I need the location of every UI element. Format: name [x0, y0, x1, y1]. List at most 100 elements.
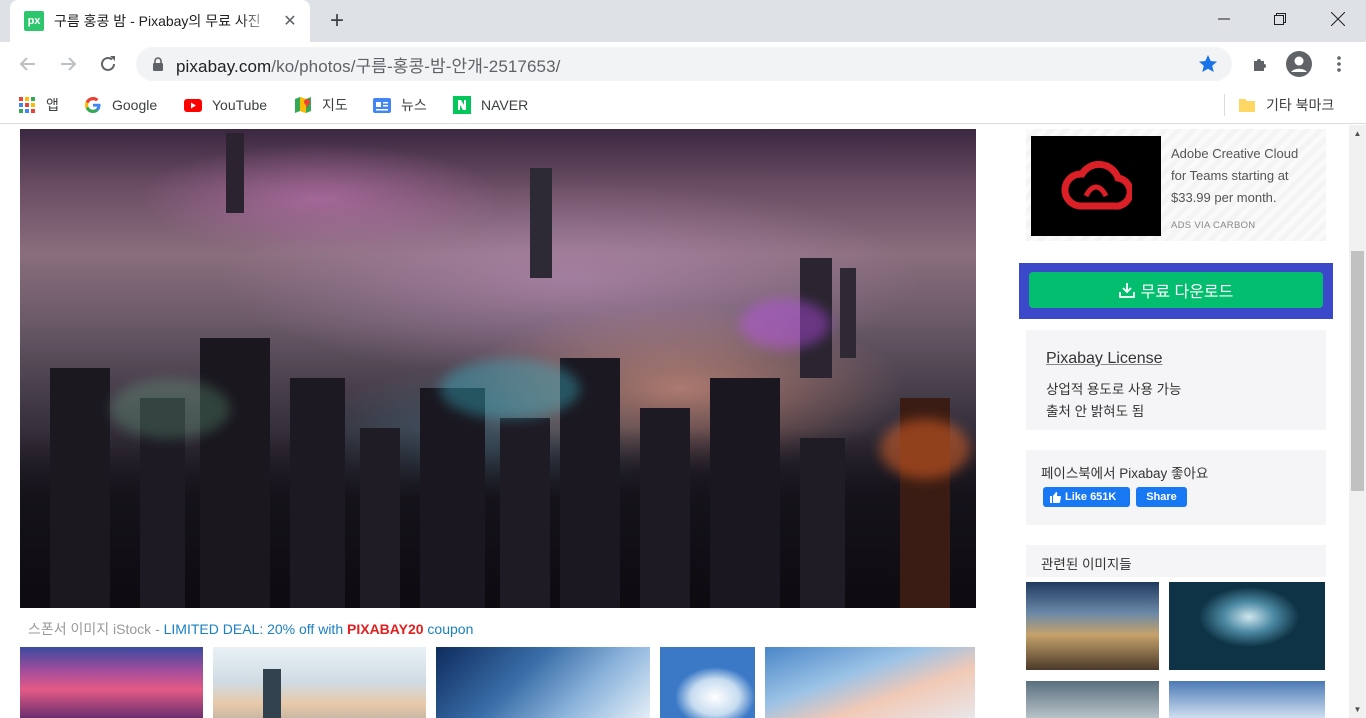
- download-label: 무료 다운로드: [1140, 284, 1234, 301]
- sponsored-thumbnail[interactable]: [436, 647, 650, 718]
- creative-cloud-icon: [1061, 160, 1132, 210]
- minimize-button[interactable]: [1196, 0, 1252, 38]
- ad-text[interactable]: Adobe Creative Cloud for Teams starting …: [1171, 143, 1316, 209]
- close-icon: [1331, 12, 1345, 26]
- bookmark-star-icon[interactable]: [1198, 54, 1218, 79]
- minimize-icon: [1218, 18, 1230, 20]
- avatar-icon: [1286, 51, 1312, 77]
- skyline-tower: [500, 418, 550, 608]
- bookmarks-bar: 앱 Google YouTube 지도 뉴스 NAVER 기타 북마크: [0, 86, 1366, 124]
- free-download-button[interactable]: 무료 다운로드: [1029, 272, 1323, 308]
- reload-button[interactable]: [94, 50, 122, 78]
- restore-button[interactable]: [1252, 0, 1308, 38]
- light-glow: [440, 359, 580, 419]
- forward-arrow-icon: [61, 57, 77, 71]
- news-icon: [373, 96, 391, 114]
- bookmark-maps[interactable]: 지도: [294, 95, 348, 115]
- carbon-ad[interactable]: Adobe Creative Cloud for Teams starting …: [1026, 129, 1326, 241]
- bookmark-google[interactable]: Google: [84, 95, 157, 115]
- related-image[interactable]: [1169, 582, 1325, 670]
- scroll-thumb[interactable]: [1351, 251, 1364, 491]
- extensions-button[interactable]: [1246, 50, 1274, 78]
- skyline-tower: [710, 378, 780, 608]
- sponsored-thumbnail[interactable]: [765, 647, 975, 718]
- tab-close-icon[interactable]: ✕: [280, 11, 300, 31]
- page-scrollbar[interactable]: ▲ ▼: [1349, 125, 1366, 718]
- thumb-tower: [263, 669, 281, 718]
- ad-via[interactable]: ADS VIA CARBON: [1171, 220, 1255, 231]
- skyline-tower: [640, 408, 690, 608]
- url-text: pixabay.com/ko/photos/구름-홍콩-밤-안개-2517653…: [176, 56, 561, 76]
- sponsor-deal-link[interactable]: LIMITED DEAL: 20% off with: [164, 621, 347, 637]
- skyline-tower: [420, 388, 485, 608]
- folder-icon: [1238, 96, 1256, 114]
- facebook-share-button[interactable]: Share: [1136, 487, 1187, 507]
- bookmarks-divider: [1224, 94, 1225, 116]
- sponsor-suffix[interactable]: coupon: [424, 621, 473, 637]
- related-image[interactable]: [1169, 681, 1325, 718]
- bookmark-label: Google: [112, 97, 158, 113]
- related-header: 관련된 이미지들: [1026, 545, 1326, 577]
- coupon-code[interactable]: PIXABAY20: [347, 621, 424, 637]
- bookmark-label: NAVER: [481, 97, 529, 113]
- light-glow: [110, 379, 230, 439]
- restore-icon: [1274, 13, 1286, 25]
- bookmark-apps[interactable]: 앱: [18, 95, 59, 115]
- bookmark-news[interactable]: 뉴스: [373, 95, 427, 115]
- bookmark-label: YouTube: [212, 97, 268, 113]
- main-photo[interactable]: [20, 129, 976, 608]
- skyline-tower: [200, 338, 270, 608]
- browser-tab[interactable]: px 구름 홍콩 밤 - Pixabay의 무료 사진 ✕: [10, 0, 310, 42]
- reload-icon: [101, 56, 115, 71]
- puzzle-icon: [1254, 59, 1266, 71]
- download-highlight: 무료 다운로드: [1019, 263, 1333, 319]
- naver-icon: [453, 96, 471, 114]
- related-image[interactable]: [1026, 681, 1159, 718]
- adobe-cc-logo[interactable]: [1031, 136, 1161, 236]
- apps-grid-icon: [18, 96, 36, 114]
- bookmark-naver[interactable]: NAVER: [453, 95, 528, 115]
- close-window-button[interactable]: [1310, 0, 1366, 38]
- skyline-tower: [290, 378, 345, 608]
- youtube-icon: [184, 96, 202, 114]
- back-button[interactable]: [14, 50, 42, 78]
- bookmark-youtube[interactable]: YouTube: [184, 95, 267, 115]
- sponsored-thumbnail[interactable]: [660, 647, 755, 718]
- skyline-tower: [226, 133, 244, 213]
- back-arrow-icon: [19, 57, 35, 71]
- light-glow: [740, 299, 830, 349]
- lock-icon[interactable]: [152, 57, 164, 71]
- scroll-up-icon[interactable]: ▲: [1349, 125, 1366, 142]
- skyline-tower: [530, 168, 552, 278]
- tab-title: 구름 홍콩 밤 - Pixabay의 무료 사진: [54, 13, 261, 29]
- license-panel: Pixabay License 상업적 용도로 사용 가능 출처 안 밝혀도 됨: [1026, 330, 1326, 430]
- new-tab-button[interactable]: +: [322, 6, 352, 36]
- facebook-panel: 페이스북에서 Pixabay 좋아요 Like 651K Share: [1026, 450, 1326, 525]
- license-link[interactable]: Pixabay License: [1046, 350, 1163, 368]
- tab-strip: px 구름 홍콩 밤 - Pixabay의 무료 사진 ✕ +: [0, 0, 1366, 42]
- maps-icon: [294, 96, 312, 114]
- other-bookmarks-label: 기타 북마크: [1266, 97, 1335, 113]
- license-commercial: 상업적 용도로 사용 가능: [1046, 382, 1182, 397]
- sponsored-thumbnail[interactable]: [213, 647, 426, 718]
- bookmark-label: 앱: [46, 97, 59, 113]
- thumbs-up-icon: [1050, 492, 1061, 503]
- menu-button[interactable]: [1325, 50, 1353, 78]
- sponsor-prefix: 스폰서 이미지 iStock -: [28, 621, 164, 637]
- related-image[interactable]: [1026, 582, 1159, 670]
- google-icon: [84, 96, 102, 114]
- download-icon: [1118, 283, 1135, 298]
- other-bookmarks[interactable]: 기타 북마크: [1238, 95, 1334, 115]
- profile-button[interactable]: [1285, 50, 1313, 78]
- facebook-like-button[interactable]: Like 651K: [1043, 487, 1130, 507]
- more-vert-icon: [1337, 56, 1341, 72]
- sponsored-thumbnail[interactable]: [20, 647, 203, 718]
- skyline-tower: [360, 428, 400, 608]
- scroll-down-icon[interactable]: ▼: [1349, 701, 1366, 718]
- bookmark-label: 지도: [322, 97, 348, 113]
- like-count: Like 651K: [1065, 491, 1117, 503]
- license-attribution: 출처 안 밝혀도 됨: [1046, 404, 1145, 419]
- address-bar[interactable]: pixabay.com/ko/photos/구름-홍콩-밤-안개-2517653…: [136, 47, 1232, 81]
- browser-toolbar: pixabay.com/ko/photos/구름-홍콩-밤-안개-2517653…: [0, 42, 1366, 86]
- forward-button[interactable]: [54, 50, 82, 78]
